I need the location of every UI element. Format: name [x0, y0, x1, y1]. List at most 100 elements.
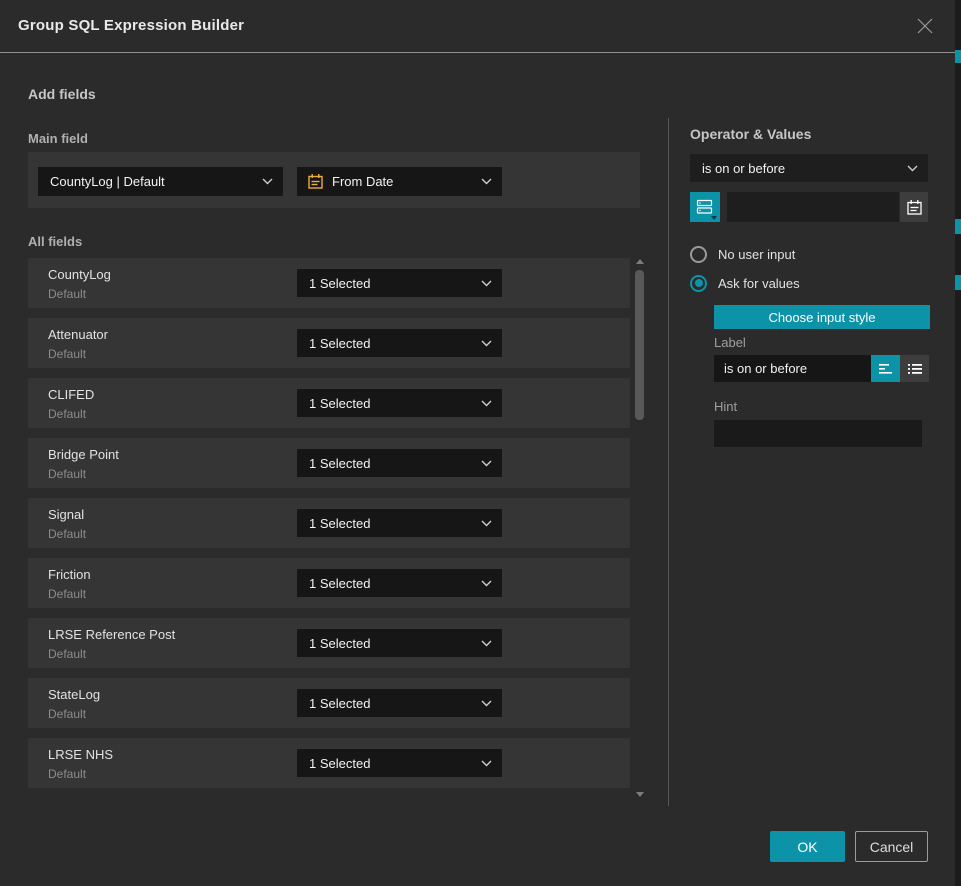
background-accent-fragment [955, 219, 961, 234]
cancel-button[interactable]: Cancel [855, 831, 928, 862]
field-name: Attenuator [48, 327, 108, 342]
background-app-edge [955, 0, 961, 886]
label-field-label: Label [714, 335, 746, 350]
field-row: CountyLog Default 1 Selected [28, 258, 630, 308]
field-selected-count: 1 Selected [297, 636, 481, 651]
main-field-dropdown-value: From Date [332, 174, 481, 189]
field-selected-dropdown[interactable]: 1 Selected [297, 689, 502, 717]
bulleted-list-icon [907, 362, 923, 376]
ok-button[interactable]: OK [770, 831, 845, 862]
field-sublabel: Default [48, 287, 86, 301]
date-value-input[interactable] [727, 192, 899, 222]
field-sublabel: Default [48, 527, 86, 541]
field-selected-dropdown[interactable]: 1 Selected [297, 329, 502, 357]
radio-ask-for-values-label: Ask for values [718, 276, 800, 291]
main-field-label: Main field [28, 131, 88, 146]
field-row: Signal Default 1 Selected [28, 498, 630, 548]
input-style-single-button[interactable] [871, 355, 900, 382]
radio-circle-checked-icon [690, 275, 707, 292]
radio-no-user-input[interactable]: No user input [690, 245, 795, 263]
scrollbar-thumb[interactable] [635, 270, 644, 420]
close-icon [913, 14, 937, 38]
field-name: LRSE NHS [48, 747, 113, 762]
field-name: CLIFED [48, 387, 94, 402]
chevron-down-icon [481, 700, 492, 707]
field-name: CountyLog [48, 267, 111, 282]
chevron-down-icon [481, 400, 492, 407]
chevron-down-icon [907, 165, 918, 172]
field-row: LRSE NHS Default 1 Selected [28, 738, 630, 788]
field-selected-dropdown[interactable]: 1 Selected [297, 269, 502, 297]
field-sublabel: Default [48, 347, 86, 361]
field-sublabel: Default [48, 647, 86, 661]
hint-field-label: Hint [714, 399, 737, 414]
main-layer-dropdown[interactable]: CountyLog | Default [38, 167, 283, 196]
field-selected-count: 1 Selected [297, 456, 481, 471]
field-name: LRSE Reference Post [48, 627, 175, 642]
field-sublabel: Default [48, 467, 86, 481]
operator-values-heading: Operator & Values [690, 126, 811, 142]
field-name: Friction [48, 567, 91, 582]
choose-input-style-button[interactable]: Choose input style [714, 305, 930, 329]
calendar-icon [906, 199, 923, 216]
field-selected-dropdown[interactable]: 1 Selected [297, 629, 502, 657]
unique-values-button[interactable] [690, 192, 720, 222]
chevron-down-icon [481, 520, 492, 527]
field-selected-count: 1 Selected [297, 756, 481, 771]
background-accent-fragment [955, 50, 961, 63]
label-field-input[interactable] [714, 355, 871, 382]
background-accent-fragment [955, 275, 961, 290]
radio-circle-icon [690, 246, 707, 263]
operator-dropdown[interactable]: is on or before [690, 154, 928, 182]
chevron-down-icon [481, 178, 492, 185]
chevron-down-icon [481, 640, 492, 647]
field-selected-count: 1 Selected [297, 516, 481, 531]
add-fields-heading: Add fields [28, 86, 96, 102]
main-field-dropdown[interactable]: From Date [297, 167, 502, 196]
scrollbar-up-arrow[interactable] [636, 259, 644, 264]
field-selected-count: 1 Selected [297, 576, 481, 591]
dropdown-caret-icon [711, 216, 717, 220]
field-sublabel: Default [48, 707, 86, 721]
field-selected-count: 1 Selected [297, 396, 481, 411]
radio-ask-for-values[interactable]: Ask for values [690, 274, 800, 292]
field-selected-dropdown[interactable]: 1 Selected [297, 569, 502, 597]
field-selected-dropdown[interactable]: 1 Selected [297, 749, 502, 777]
stacked-values-icon [696, 199, 714, 215]
field-name: Signal [48, 507, 84, 522]
field-row: CLIFED Default 1 Selected [28, 378, 630, 428]
input-style-list-button[interactable] [900, 355, 929, 382]
field-row: StateLog Default 1 Selected [28, 678, 630, 728]
hint-field-input[interactable] [714, 420, 922, 447]
field-selected-count: 1 Selected [297, 336, 481, 351]
chevron-down-icon [481, 580, 492, 587]
field-sublabel: Default [48, 767, 86, 781]
field-name: StateLog [48, 687, 100, 702]
field-selected-dropdown[interactable]: 1 Selected [297, 449, 502, 477]
field-sublabel: Default [48, 407, 86, 421]
chevron-down-icon [481, 760, 492, 767]
all-fields-label: All fields [28, 234, 82, 249]
panel-divider [668, 118, 669, 806]
field-selected-dropdown[interactable]: 1 Selected [297, 389, 502, 417]
close-button[interactable] [912, 13, 938, 39]
field-row: LRSE Reference Post Default 1 Selected [28, 618, 630, 668]
field-sublabel: Default [48, 587, 86, 601]
dialog-titlebar: Group SQL Expression Builder [0, 0, 955, 53]
field-name: Bridge Point [48, 447, 119, 462]
chevron-down-icon [481, 280, 492, 287]
date-picker-button[interactable] [900, 192, 928, 222]
group-sql-expression-builder-dialog: Group SQL Expression Builder Add fields … [0, 0, 955, 886]
field-selected-dropdown[interactable]: 1 Selected [297, 509, 502, 537]
field-selected-count: 1 Selected [297, 276, 481, 291]
field-row: Attenuator Default 1 Selected [28, 318, 630, 368]
chevron-down-icon [481, 460, 492, 467]
main-layer-dropdown-value: CountyLog | Default [38, 174, 262, 189]
scrollbar-down-arrow[interactable] [636, 792, 644, 797]
field-row: Friction Default 1 Selected [28, 558, 630, 608]
chevron-down-icon [262, 178, 273, 185]
align-left-icon [878, 362, 894, 376]
main-field-panel: CountyLog | Default From Date [28, 152, 640, 208]
calendar-field-icon [307, 173, 324, 190]
operator-dropdown-value: is on or before [690, 161, 907, 176]
